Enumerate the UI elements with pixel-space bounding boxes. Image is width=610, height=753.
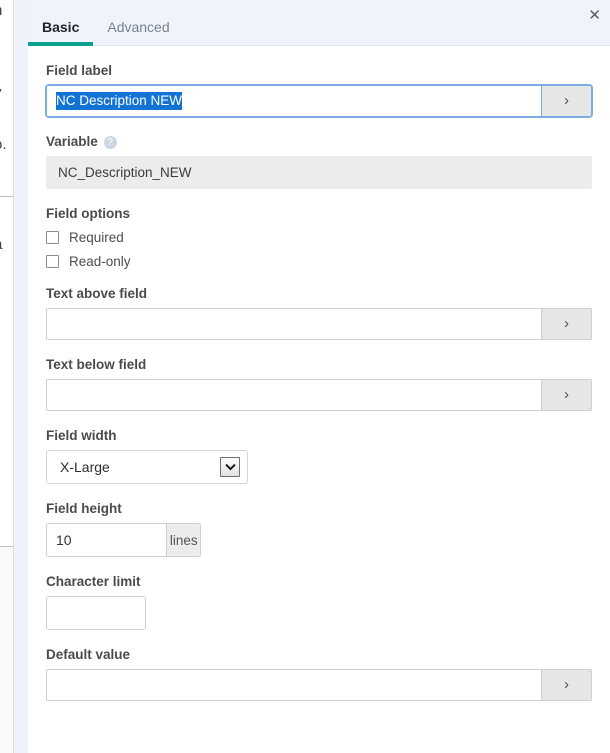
field-options-group: Field options Required Read-only [46,206,592,269]
chevron-right-icon-text-above[interactable]: › [541,308,592,340]
edge-text-fragment: a [0,236,2,253]
default-value-caption: Default value [46,647,592,662]
default-value-group: Default value › [46,647,592,701]
checkbox-label-required: Required [69,230,124,245]
field-options-caption: Field options [46,206,592,221]
field-width-select[interactable]: X-Large [46,450,248,484]
checkbox-box-readonly[interactable] [46,255,59,268]
field-width-group: Field width X-Large [46,428,592,484]
field-settings-panel: Basic Advanced Field label NC Descriptio… [28,0,610,753]
variable-value: NC_Description_NEW [46,156,592,189]
tab-basic[interactable]: Basic [28,20,93,45]
field-width-caption: Field width [46,428,592,443]
default-value-input-row: › [46,669,592,701]
character-limit-caption: Character limit [46,574,592,589]
default-value-input[interactable] [46,669,541,701]
field-height-input[interactable] [46,523,166,557]
help-icon[interactable]: ? [104,136,117,149]
field-height-unit: lines [166,523,201,557]
checkbox-label-readonly: Read-only [69,254,131,269]
edge-text-fragment: n [0,2,2,19]
checkbox-box-required[interactable] [46,231,59,244]
text-below-group: Text below field › [46,357,592,411]
field-height-group: Field height lines [46,501,592,557]
chevron-right-icon-text-below[interactable]: › [541,379,592,411]
variable-group: Variable? NC_Description_NEW [46,134,592,189]
field-height-input-group: lines [46,523,201,557]
chevron-right-icon-default-value[interactable]: › [541,669,592,701]
text-below-input[interactable] [46,379,541,411]
text-below-input-row: › [46,379,592,411]
checkbox-readonly[interactable]: Read-only [46,254,592,269]
variable-label-text: Variable [46,134,98,149]
field-width-value: X-Large [60,459,110,475]
text-above-group: Text above field › [46,286,592,340]
field-label-caption: Field label [46,63,592,78]
variable-caption: Variable? [46,134,592,149]
chevron-right-icon-field-label[interactable]: › [541,85,592,117]
text-below-caption: Text below field [46,357,592,372]
field-label-group: Field label NC Description NEW ✕ › [46,63,592,117]
field-label-input[interactable]: NC Description NEW ✕ [46,85,541,117]
chevron-down-glyph [225,463,236,471]
edge-lower-region [0,546,14,753]
character-limit-group: Character limit [46,574,592,630]
text-above-input-row: › [46,308,592,340]
text-above-input[interactable] [46,308,541,340]
tab-bar: Basic Advanced [28,0,610,46]
text-above-caption: Text above field [46,286,592,301]
field-label-value: NC Description NEW [56,92,182,110]
panel-gutter [14,0,28,753]
tab-advanced[interactable]: Advanced [93,20,183,45]
field-label-input-row: NC Description NEW ✕ › [46,85,592,117]
settings-form: Field label NC Description NEW ✕ › Varia… [28,63,610,701]
field-height-caption: Field height [46,501,592,516]
adjacent-panel-sliver: n y o. a [0,0,14,753]
edge-text-fragment: y [0,84,2,101]
edge-text-fragment: o. [0,136,7,153]
chevron-down-icon[interactable] [220,457,240,477]
edge-divider [0,196,14,197]
character-limit-input[interactable] [46,596,146,630]
checkbox-required[interactable]: Required [46,230,592,245]
